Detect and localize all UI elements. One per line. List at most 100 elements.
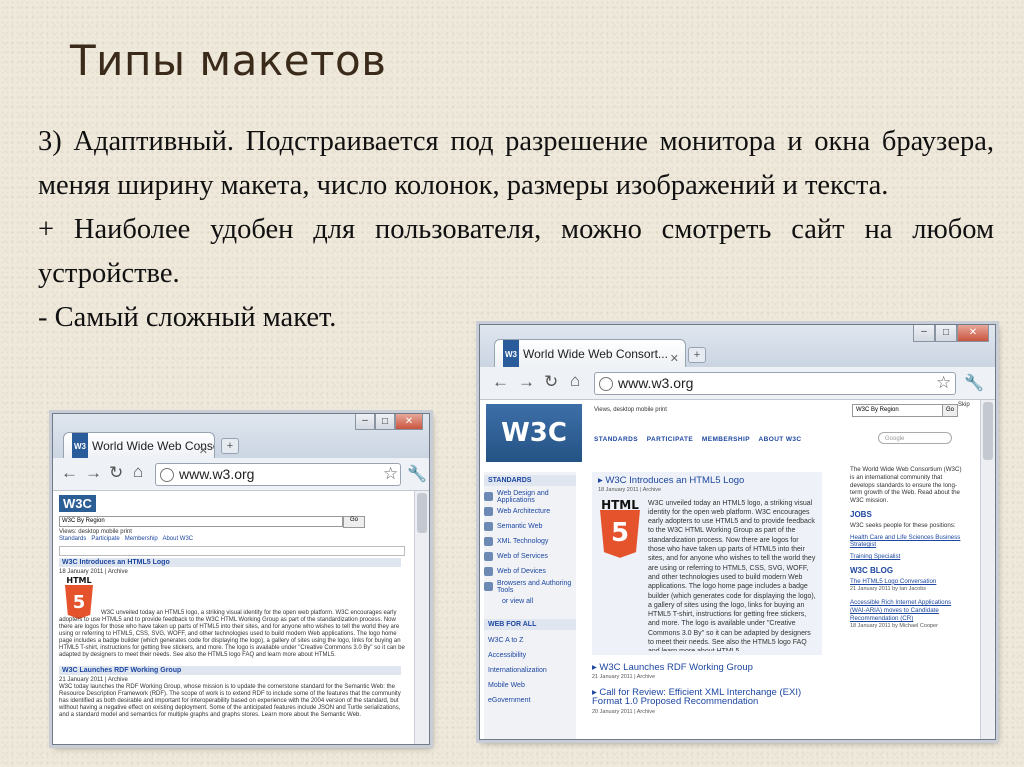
maximize-icon[interactable]: □ — [935, 325, 957, 342]
small-article1-text: W3C unveiled today an HTML5 logo, a stri… — [59, 610, 405, 658]
sidebar-label: Web Design and Applications — [497, 489, 549, 504]
sidebar-label: W3C A to Z — [488, 637, 524, 644]
jobs-heading: JOBS — [850, 509, 872, 519]
large-article1-title[interactable]: ▸ W3C Introduces an HTML5 Logo — [598, 476, 816, 486]
bookmark-star-icon[interactable]: ☆ — [383, 464, 398, 484]
home-icon[interactable]: ⌂ — [133, 462, 143, 482]
small-article1-title[interactable]: W3C Introduces an HTML5 Logo — [59, 558, 401, 567]
home-icon[interactable]: ⌂ — [570, 371, 580, 391]
blog-heading: W3C BLOG — [850, 565, 894, 575]
small-tab-close-icon[interactable]: ✕ — [199, 438, 208, 458]
large-tab-close-icon[interactable]: ✕ — [670, 345, 679, 367]
large-new-tab-button[interactable]: + — [688, 347, 706, 363]
semantic-web-icon — [484, 522, 493, 531]
large-article2-meta: 21 January 2011 | Archive — [592, 673, 656, 680]
large-article2-title-text: W3C Launches RDF Working Group — [599, 661, 753, 673]
small-browser-tab[interactable]: W3 World Wide Web Consort... ✕ — [63, 432, 215, 458]
small-new-tab-button[interactable]: + — [221, 438, 239, 454]
small-go-button[interactable]: Go — [343, 516, 365, 528]
job-link-1[interactable]: Health Care and Life Sciences Business S… — [850, 534, 966, 550]
right-intro: The World Wide Web Consortium (W3C) is a… — [850, 466, 962, 505]
web-architecture-icon — [484, 507, 493, 516]
small-nav-standards[interactable]: Standards — [59, 536, 86, 542]
sidebar-item-xml[interactable]: XML Technology — [484, 534, 576, 549]
large-go-button[interactable]: Go — [942, 404, 958, 417]
paragraph-pros: + Наиболее удобен для пользователя, можн… — [38, 214, 994, 289]
large-article1-text: W3C unveiled today an HTML5 logo, a stri… — [648, 499, 816, 651]
large-scrollbar[interactable] — [980, 400, 995, 739]
large-views-line: Views, desktop mobile print — [594, 407, 667, 413]
bookmark-star-icon[interactable]: ☆ — [936, 373, 951, 393]
sidebar-item-semantic-web[interactable]: Semantic Web — [484, 519, 576, 534]
small-nav-about[interactable]: About W3C — [162, 536, 193, 542]
forward-icon[interactable]: → — [518, 372, 535, 392]
large-article2-title[interactable]: ▸ W3C Launches RDF Working Group — [592, 661, 822, 673]
sidebar-view-all[interactable]: or view all — [484, 594, 576, 609]
standards-heading[interactable]: STANDARDS — [484, 475, 576, 486]
minimize-icon[interactable]: – — [355, 414, 375, 430]
sidebar-item-web-services[interactable]: Web of Services — [484, 549, 576, 564]
sidebar-label: Semantic Web — [497, 523, 543, 530]
sidebar-item-web-devices[interactable]: Web of Devices — [484, 564, 576, 579]
sidebar-item-i18n[interactable]: Internationalization — [484, 663, 576, 678]
small-scrollbar[interactable] — [414, 491, 429, 744]
large-nav-about[interactable]: ABOUT W3C — [759, 436, 802, 443]
small-scroll-thumb[interactable] — [417, 493, 427, 533]
large-tab-title: World Wide Web Consort... — [523, 347, 668, 362]
minimize-icon[interactable]: – — [913, 325, 935, 342]
large-address-bar[interactable]: www.w3.org — [594, 372, 956, 395]
reload-icon[interactable]: ↻ — [544, 372, 558, 392]
wrench-icon[interactable]: 🔧 — [964, 373, 984, 393]
sidebar-item-accessibility[interactable]: Accessibility — [484, 648, 576, 663]
jobs-text: W3C seeks people for these positions: — [850, 521, 956, 529]
small-nav-participate[interactable]: Participate — [91, 536, 119, 542]
sidebar-label: Web Architecture — [497, 508, 551, 515]
small-article2-title[interactable]: W3C Launches RDF Working Group — [59, 666, 401, 675]
sidebar-item-web-architecture[interactable]: Web Architecture — [484, 504, 576, 519]
sidebar-item-browsers[interactable]: Browsers and Authoring Tools — [484, 579, 576, 594]
large-nav-participate[interactable]: PARTICIPATE — [647, 436, 693, 443]
forward-icon[interactable]: → — [85, 463, 102, 483]
web-for-all-heading[interactable]: WEB FOR ALL — [484, 619, 576, 630]
job-link-2[interactable]: Training Specialist — [850, 553, 966, 561]
large-search-placeholder: Google — [885, 436, 905, 442]
small-w3c-logo[interactable]: W3C — [59, 495, 96, 512]
large-nav-standards[interactable]: STANDARDS — [594, 436, 638, 443]
small-search-input[interactable] — [59, 546, 405, 556]
large-skip-link[interactable]: Skip — [958, 402, 970, 409]
large-article3-title[interactable]: ▸ Call for Review: Efficient XML Interch… — [592, 688, 822, 707]
back-icon[interactable]: ← — [61, 463, 78, 483]
small-browser-window: W3 World Wide Web Consort... ✕ + – □ ✕ ← … — [52, 413, 430, 745]
small-toolbar: ← → ↻ ⌂ www.w3.org ☆ 🔧 — [53, 458, 429, 491]
sidebar-label: eGovernment — [488, 697, 531, 704]
sidebar-item-mobile-web[interactable]: Mobile Web — [484, 678, 576, 693]
large-scroll-thumb[interactable] — [983, 402, 993, 460]
window-close-icon[interactable]: ✕ — [395, 414, 423, 430]
large-nav-membership[interactable]: MEMBERSHIP — [702, 436, 750, 443]
large-region-select[interactable]: W3C By Region — [852, 404, 943, 417]
window-close-icon[interactable]: ✕ — [957, 325, 989, 342]
sidebar-item-egov[interactable]: eGovernment — [484, 693, 576, 708]
large-article1-meta: 18 January 2011 | Archive — [598, 487, 662, 494]
large-browser-tab[interactable]: W3 World Wide Web Consort... ✕ — [494, 339, 686, 367]
blog-post-2-meta: 18 January 2011 by Michael Cooper — [850, 622, 938, 629]
wrench-icon[interactable]: 🔧 — [407, 464, 427, 484]
large-w3c-logo[interactable]: W3C — [486, 404, 582, 462]
maximize-icon[interactable]: □ — [375, 414, 395, 430]
small-article1-meta: 18 January 2011 | Archive — [59, 569, 128, 575]
reload-icon[interactable]: ↻ — [109, 463, 123, 483]
small-region-select[interactable]: W3C By Region — [59, 516, 343, 527]
back-icon[interactable]: ← — [492, 372, 509, 392]
large-nav: STANDARDS PARTICIPATE MEMBERSHIP ABOUT W… — [594, 436, 802, 443]
blog-post-2[interactable]: Accessible Rich Internet Applications (W… — [850, 599, 966, 622]
small-tab-title: World Wide Web Consort... — [92, 439, 214, 454]
sidebar-item-a-to-z[interactable]: W3C A to Z — [484, 633, 576, 648]
large-search-input[interactable]: Google — [878, 432, 952, 444]
sidebar-label: Internationalization — [488, 667, 547, 674]
web-services-icon — [484, 552, 493, 561]
small-nav-membership[interactable]: Membership — [125, 536, 158, 542]
blog-post-1[interactable]: The HTML5 Logo Conversation — [850, 578, 966, 586]
small-address-bar[interactable]: www.w3.org — [155, 463, 401, 486]
large-titlebar: W3 World Wide Web Consort... ✕ + – □ ✕ — [480, 325, 995, 367]
sidebar-item-web-design[interactable]: Web Design and Applications — [484, 489, 576, 504]
